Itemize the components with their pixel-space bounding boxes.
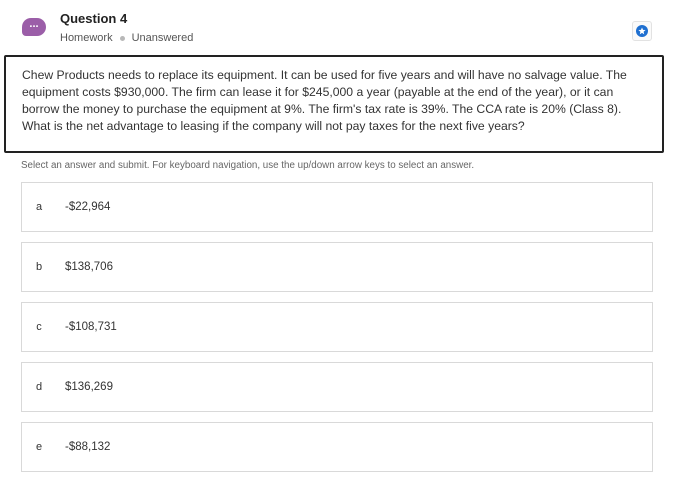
question-meta: Homework Unanswered bbox=[60, 32, 193, 44]
option-letter: c bbox=[36, 321, 42, 333]
option-letter: e bbox=[35, 441, 43, 453]
option-value: $136,269 bbox=[65, 381, 113, 393]
question-title: Question 4 bbox=[60, 11, 128, 26]
question-header: ... Question 4 Homework Unanswered bbox=[0, 0, 673, 58]
answer-option-c[interactable]: c -$108,731 bbox=[21, 302, 653, 352]
answer-instruction: Select an answer and submit. For keyboar… bbox=[21, 160, 475, 171]
option-value: -$22,964 bbox=[65, 201, 111, 213]
star-glyph bbox=[638, 27, 646, 35]
answer-option-a[interactable]: a -$22,964 bbox=[21, 182, 653, 232]
question-status: Unanswered bbox=[131, 32, 194, 44]
question-text-box: Chew Products needs to replace its equip… bbox=[4, 55, 664, 153]
option-letter: d bbox=[35, 381, 43, 393]
option-value: -$108,731 bbox=[65, 321, 117, 333]
star-icon bbox=[636, 25, 648, 37]
answer-option-d[interactable]: d $136,269 bbox=[21, 362, 653, 412]
question-text: Chew Products needs to replace its equip… bbox=[22, 68, 627, 133]
bookmark-button[interactable] bbox=[632, 21, 652, 41]
more-options-icon[interactable]: ... bbox=[22, 18, 46, 36]
question-category: Homework bbox=[60, 32, 113, 44]
option-letter: b bbox=[35, 261, 43, 273]
option-value: $138,706 bbox=[65, 261, 113, 273]
answer-option-b[interactable]: b $138,706 bbox=[21, 242, 653, 292]
option-letter: a bbox=[35, 201, 43, 213]
option-value: -$88,132 bbox=[65, 441, 111, 453]
separator-dot bbox=[119, 35, 125, 41]
answer-option-e[interactable]: e -$88,132 bbox=[21, 422, 653, 472]
